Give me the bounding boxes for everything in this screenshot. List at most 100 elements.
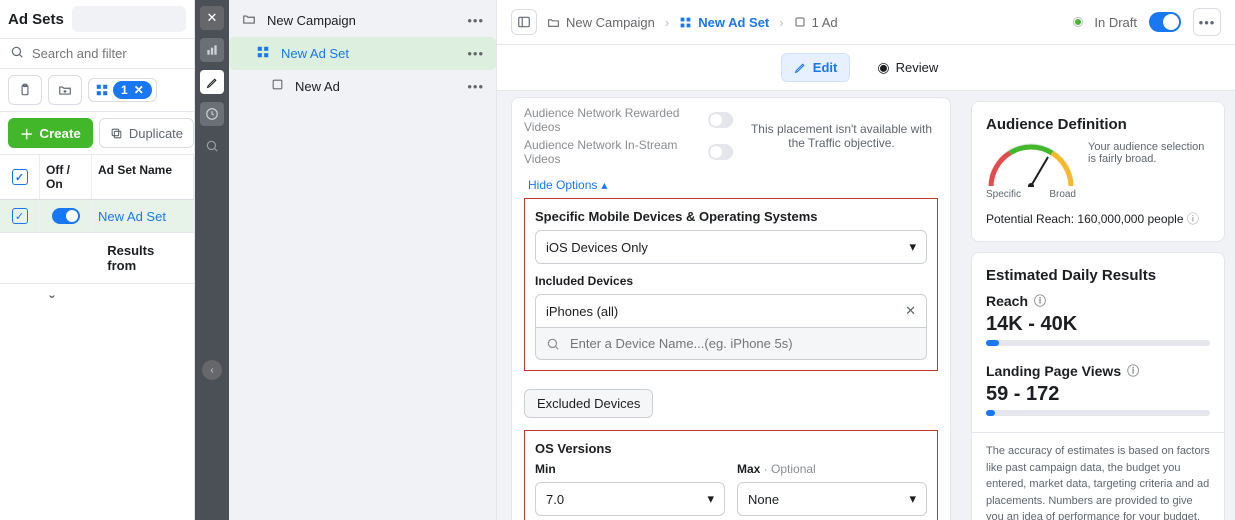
collapse-icon[interactable]: ‹ [202,360,222,380]
excluded-devices-button[interactable]: Excluded Devices [524,389,653,418]
device-os-select[interactable]: iOS Devices Only ▾ [535,230,927,264]
row-menu[interactable]: ••• [467,46,484,61]
crumb-adset[interactable]: New Ad Set [679,15,769,30]
clear-filter-icon[interactable]: ✕ [134,83,144,97]
status-text: In Draft [1094,15,1137,30]
eye-icon: ◉ [877,59,889,76]
tree-ad[interactable]: New Ad ••• [229,70,496,102]
remove-chip-icon[interactable]: ✕ [905,303,916,319]
row-checkbox[interactable]: ✓ [12,208,28,224]
duplicate-label: Duplicate [129,126,183,141]
tree-adset[interactable]: New Ad Set ••• [229,37,496,70]
audience-heading: Audience Definition [986,116,1210,133]
lpv-bar [986,410,1210,416]
device-search[interactable] [535,328,927,360]
placement-card: Audience Network Rewarded Videos Audienc… [511,97,951,520]
select-all-checkbox[interactable]: ✓ [12,169,28,185]
folder-icon [241,12,257,29]
daily-results-heading: Estimated Daily Results [986,267,1210,284]
chip-label: iPhones (all) [546,304,618,319]
placement-label: Audience Network In-Stream Videos [524,138,708,166]
search-input[interactable] [32,46,208,61]
os-max-select[interactable]: None ▾ [737,482,927,516]
create-button[interactable]: ＋ Create [8,118,93,148]
chevron-right-icon: › [779,15,783,30]
mode-tabs: Edit ◉ Review [497,45,1235,91]
close-button[interactable]: ✕ [200,6,224,30]
crumb-adset-label: New Ad Set [698,15,769,30]
placement-label: Audience Network Rewarded Videos [524,106,708,134]
placement-toggle[interactable] [708,112,733,128]
gauge-icon [986,141,1076,191]
tree-adset-label: New Ad Set [281,46,349,61]
row-menu[interactable]: ••• [467,13,484,28]
caret-down-icon: ▾ [909,239,916,255]
view-grid-button[interactable]: 1✕ [88,78,157,102]
tool-rail: ✕ ‹ [195,0,229,520]
info-icon[interactable]: ⓘ [1034,292,1046,309]
devices-section: Specific Mobile Devices & Operating Syst… [524,198,938,371]
info-icon[interactable]: ⓘ [1127,362,1139,379]
caret-down-icon: ▾ [707,491,714,507]
crumb-ad-label: 1 Ad [812,15,838,30]
table-row[interactable]: ✓ New Ad Set [0,200,194,233]
crumb-campaign-label: New Campaign [566,15,655,30]
os-versions-section: OS Versions Min 7.0 ▾ Max · Optional [524,430,938,520]
results-row[interactable]: › Results from [0,233,194,284]
form-column: Audience Network Rewarded Videos Audienc… [497,91,965,520]
clock-icon[interactable] [200,102,224,126]
row-menu[interactable]: ••• [467,79,484,94]
overflow-menu[interactable]: ••• [1193,8,1221,36]
lpv-label: Landing Page Views [986,363,1121,379]
zoom-icon[interactable] [200,134,224,158]
devices-title: Specific Mobile Devices & Operating Syst… [535,209,927,224]
account-pill[interactable] [72,6,186,32]
included-title: Included Devices [535,274,927,288]
lpv-value: 59 - 172 [986,383,1210,406]
status-toggle[interactable] [1149,12,1181,32]
placement-message: This placement isn't available with the … [733,122,938,150]
tab-review[interactable]: ◉ Review [864,53,951,82]
crumb-ad[interactable]: 1 Ad [794,15,838,30]
caret-up-icon: ▴ [601,178,607,192]
reach-bar [986,340,1210,346]
placement-item: Audience Network In-Stream Videos [524,136,733,168]
nav-tree: New Campaign ••• New Ad Set ••• New Ad •… [229,0,497,520]
reach-value: 14K - 40K [986,313,1210,336]
plus-icon: ＋ [20,124,33,143]
os-max-value: None [748,492,779,507]
min-label: Min [535,462,725,476]
chevron-right-icon: › [46,213,60,302]
daily-results-card: Estimated Daily Results Reach ⓘ 14K - 40K… [971,252,1225,520]
crumb-campaign[interactable]: New Campaign [547,15,655,30]
info-icon[interactable]: ⓘ [1187,212,1199,226]
hide-options-link[interactable]: Hide Options ▴ [528,178,934,192]
chevron-right-icon: › [665,15,669,30]
hide-options-label: Hide Options [528,178,597,192]
reach-label: Reach [986,293,1028,309]
duplicate-button[interactable]: Duplicate [99,118,194,148]
audience-card: Audience Definition [971,101,1225,242]
os-min-value: 7.0 [546,492,564,507]
device-os-value: iOS Devices Only [546,240,648,255]
tree-ad-label: New Ad [295,79,340,94]
ad-icon [269,78,285,94]
chart-icon[interactable] [200,38,224,62]
adset-icon [255,45,271,62]
folder-button[interactable] [48,75,82,105]
max-label: Max · Optional [737,462,927,476]
row-name[interactable]: New Ad Set [98,209,166,224]
os-min-select[interactable]: 7.0 ▾ [535,482,725,516]
device-search-input[interactable] [570,336,916,351]
collapse-button[interactable] [511,9,537,35]
tab-edit-label: Edit [813,60,838,75]
left-panel: Ad Sets 1✕ ＋ Create [0,0,195,520]
tree-campaign[interactable]: New Campaign ••• [229,4,496,37]
edit-icon[interactable] [200,70,224,94]
tab-edit[interactable]: Edit [781,53,851,82]
tab-review-label: Review [896,60,939,75]
included-chipbox[interactable]: iPhones (all) ✕ [535,294,927,328]
potential-reach: Potential Reach: 160,000,000 people ⓘ [986,210,1210,227]
clipboard-button[interactable] [8,75,42,105]
placement-toggle[interactable] [708,144,733,160]
